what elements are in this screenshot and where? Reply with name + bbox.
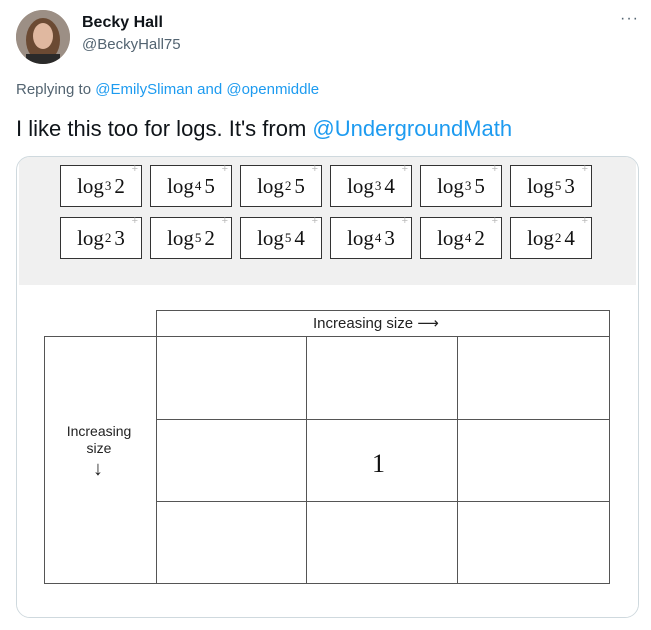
log-card[interactable]: log 5 2 +	[150, 215, 232, 259]
log-card-prefix: log	[527, 225, 554, 250]
plus-icon: +	[491, 215, 498, 227]
log-card-base: 5	[284, 230, 292, 245]
more-options-icon[interactable]: ···	[620, 10, 639, 28]
plus-icon: +	[131, 215, 138, 227]
plus-icon: +	[581, 163, 588, 175]
log-card[interactable]: log 2 5 +	[240, 163, 322, 207]
author-handle[interactable]: @BeckyHall75	[82, 36, 181, 53]
down-arrow-icon: ↓	[93, 458, 103, 480]
log-card-prefix: log	[77, 225, 104, 250]
avatar[interactable]	[16, 10, 70, 64]
plus-icon: +	[221, 163, 228, 175]
reply-user-link-2[interactable]: @openmiddle	[226, 81, 319, 98]
log-card[interactable]: log 3 4 +	[330, 163, 412, 207]
log-card-base: 5	[554, 178, 562, 193]
log-card-prefix: log	[257, 173, 284, 198]
log-card-base: 5	[194, 230, 202, 245]
log-card[interactable]: log 2 3 +	[60, 215, 142, 259]
log-card[interactable]: log 3 2 +	[60, 163, 142, 207]
log-card[interactable]: log 4 2 +	[420, 215, 502, 259]
log-card-prefix: log	[167, 225, 194, 250]
log-card[interactable]: log 2 4 +	[510, 215, 592, 259]
log-card-base: 4	[374, 230, 382, 245]
plus-icon: +	[311, 163, 318, 175]
log-card[interactable]: log 5 3 +	[510, 163, 592, 207]
log-card-argument: 5	[474, 173, 485, 198]
log-card-argument: 5	[294, 173, 305, 198]
log-card-base: 2	[104, 230, 112, 245]
log-card-prefix: log	[437, 173, 464, 198]
log-card-prefix: log	[77, 173, 104, 198]
plus-icon: +	[401, 215, 408, 227]
log-card-argument: 4	[384, 173, 395, 198]
tweet-text-body: I like this too for logs. It's from	[16, 116, 307, 141]
plus-icon: +	[221, 215, 228, 227]
log-card[interactable]: log 4 3 +	[330, 215, 412, 259]
log-card-base: 4	[194, 178, 202, 193]
log-cards-area: log 3 2 + log 4 5 + log 2 5 + log 3 4 + log 3 5 + log 5 3 + log 2…	[19, 157, 636, 285]
tweet-media-image[interactable]: log 3 2 + log 4 5 + log 2 5 + log 3 4 + log 3 5 + log 5 3 + log 2…	[16, 156, 639, 618]
log-card-argument: 5	[204, 173, 215, 198]
plus-icon: +	[131, 163, 138, 175]
log-card-argument: 3	[384, 225, 395, 250]
log-card-argument: 2	[474, 225, 485, 250]
plus-icon: +	[581, 215, 588, 227]
side-axis-label-line1: Increasing	[66, 423, 132, 439]
log-card-argument: 2	[114, 173, 125, 198]
log-card-base: 3	[104, 178, 112, 193]
top-axis-label: Increasing size ⟶	[313, 315, 439, 332]
log-card-base: 3	[464, 178, 472, 193]
center-cell-value: 1	[372, 449, 385, 478]
log-card-argument: 2	[204, 225, 215, 250]
reply-and: and	[197, 81, 223, 98]
log-card[interactable]: log 3 5 +	[420, 163, 502, 207]
tweet-text: I like this too for logs. It's from @Und…	[16, 116, 512, 142]
reply-user-link-1[interactable]: @EmilySliman	[95, 81, 193, 98]
log-card-argument: 4	[294, 225, 305, 250]
log-card-prefix: log	[347, 173, 374, 198]
log-card-base: 3	[374, 178, 382, 193]
log-card[interactable]: log 4 5 +	[150, 163, 232, 207]
log-card-argument: 3	[564, 173, 575, 198]
log-card-prefix: log	[347, 225, 374, 250]
replying-to: Replying to @EmilySliman and @openmiddle	[16, 81, 319, 98]
log-card-base: 2	[554, 230, 562, 245]
log-card-base: 4	[464, 230, 472, 245]
log-card[interactable]: log 5 4 +	[240, 215, 322, 259]
plus-icon: +	[311, 215, 318, 227]
replying-prefix: Replying to	[16, 81, 92, 98]
log-card-argument: 3	[114, 225, 125, 250]
ordering-grid: Increasing size ⟶ Increasing size ↓ 1	[17, 285, 638, 617]
mention-link[interactable]: @UndergroundMath	[312, 116, 512, 141]
log-card-base: 2	[284, 178, 292, 193]
author-name[interactable]: Becky Hall	[82, 14, 163, 32]
log-card-prefix: log	[257, 225, 284, 250]
plus-icon: +	[491, 163, 498, 175]
log-card-prefix: log	[167, 173, 194, 198]
log-card-prefix: log	[437, 225, 464, 250]
log-card-prefix: log	[527, 173, 554, 198]
log-card-argument: 4	[564, 225, 575, 250]
plus-icon: +	[401, 163, 408, 175]
side-axis-label-line2: size	[86, 440, 112, 456]
